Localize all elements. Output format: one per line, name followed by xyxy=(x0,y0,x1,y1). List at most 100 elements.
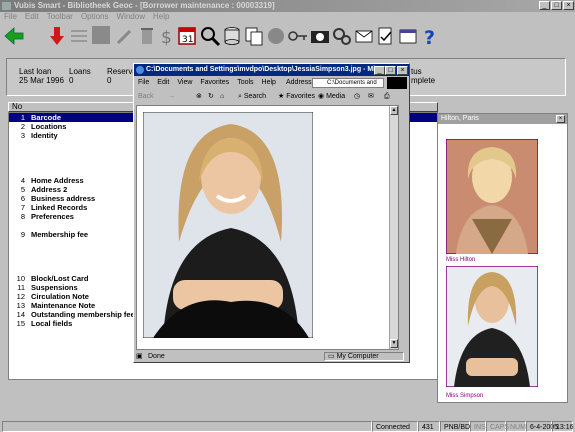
viewer-menu-file[interactable]: File xyxy=(138,79,149,86)
trash-icon[interactable] xyxy=(136,25,158,47)
media-button-label: Media xyxy=(326,93,346,100)
image-viewer-window: C:\Documents and Settings\mvdpo\Desktop\… xyxy=(133,63,410,363)
record-count: 431 xyxy=(418,421,440,432)
status-main xyxy=(2,421,372,432)
computer-icon: ▭ xyxy=(328,353,335,360)
menu-file[interactable]: File xyxy=(4,12,17,21)
windows-logo-icon xyxy=(387,77,407,89)
photo-panel-header: Hilton, Paris xyxy=(438,114,567,124)
search-button[interactable]: ⌕ Search xyxy=(238,90,266,104)
menu-toolbar[interactable]: Toolbar xyxy=(47,12,73,21)
camera-icon[interactable] xyxy=(309,25,331,47)
viewer-menu-help[interactable]: Help xyxy=(262,79,276,86)
viewer-close-button[interactable]: × xyxy=(397,66,408,75)
database-code: PNB/BD xyxy=(440,421,470,432)
num-indicator: NUM xyxy=(506,421,526,432)
app-title: Vubis Smart - Bibliotheek Geoc - [Borrow… xyxy=(14,1,275,10)
viewer-menu-edit[interactable]: Edit xyxy=(157,79,169,86)
favorites-button-label: Favorites xyxy=(286,93,316,100)
viewer-maximize-button[interactable]: □ xyxy=(385,66,396,75)
viewer-content: ▲ ▼ xyxy=(136,105,399,350)
last-loan-label: Last loan xyxy=(19,67,52,76)
photo-2-caption: Miss Simpson xyxy=(446,393,484,399)
stop-icon[interactable]: ⊗ xyxy=(196,90,202,104)
address-label: Address xyxy=(286,79,312,86)
svg-text:?: ? xyxy=(424,27,435,47)
status-bar: Connected 431 PNB/BD INS CAPS NUM 6-4-20… xyxy=(0,421,575,432)
mail-icon[interactable] xyxy=(353,25,375,47)
viewer-menu-bar: File Edit View Favorites Tools Help Address C… xyxy=(134,77,409,89)
maximize-button[interactable]: □ xyxy=(551,1,562,10)
grid-header-no[interactable]: No xyxy=(12,103,22,111)
toolbar: $ 31 ? xyxy=(0,22,575,52)
page-done-icon: ▣ xyxy=(136,353,143,360)
home-icon[interactable]: ⌂ xyxy=(220,90,224,104)
status-time: 13:16 xyxy=(552,421,574,432)
lines-icon[interactable] xyxy=(68,25,90,47)
viewer-menu-favorites[interactable]: Favorites xyxy=(200,79,229,86)
svg-text:31: 31 xyxy=(182,35,193,45)
photo-panel-close-button[interactable]: × xyxy=(556,115,565,123)
menu-bar: File Edit Toolbar Options Window Help xyxy=(0,12,575,22)
favorites-button[interactable]: ★ Favorites xyxy=(278,90,315,104)
menu-options[interactable]: Options xyxy=(81,12,109,21)
status-label: tus xyxy=(411,67,422,76)
status-value: mplete xyxy=(411,76,436,85)
back-arrow-icon[interactable] xyxy=(3,25,25,47)
document-check-icon[interactable] xyxy=(375,25,397,47)
dollar-icon[interactable]: $ xyxy=(156,25,178,47)
calendar-icon[interactable]: 31 xyxy=(176,25,198,47)
wrench-icon[interactable] xyxy=(114,25,136,47)
loans-value: 0 xyxy=(69,76,74,85)
menu-help[interactable]: Help xyxy=(153,12,169,21)
close-button[interactable]: × xyxy=(563,1,574,10)
key-icon[interactable] xyxy=(287,25,309,47)
scroll-down-button[interactable]: ▼ xyxy=(390,339,398,348)
menu-window[interactable]: Window xyxy=(117,12,145,21)
viewer-status-text: Done xyxy=(148,353,165,360)
viewer-status-bar: ▣ Done ▭ My Computer xyxy=(134,351,409,362)
forward-arrow-icon[interactable]: → xyxy=(168,90,175,104)
svg-text:$: $ xyxy=(161,28,172,47)
print-icon[interactable]: ⎙ xyxy=(384,90,390,104)
zone-panel: ▭ My Computer xyxy=(324,352,404,361)
help-icon[interactable]: ? xyxy=(419,25,441,47)
refresh-icon[interactable]: ↻ xyxy=(208,90,214,104)
status-date: 6-4-2005 xyxy=(526,421,558,432)
search-icon[interactable] xyxy=(199,25,221,47)
gray-block-icon[interactable] xyxy=(92,26,110,44)
app-title-bar: Vubis Smart - Bibliotheek Geoc - [Borrow… xyxy=(0,0,575,12)
menu-edit[interactable]: Edit xyxy=(25,12,39,21)
connection-status: Connected xyxy=(372,421,418,432)
zone-text: My Computer xyxy=(336,353,379,360)
database-icon[interactable] xyxy=(221,25,243,47)
photo-panel: Hilton, Paris × Miss Hilton Miss Simpson xyxy=(437,113,568,403)
ins-indicator: INS xyxy=(470,421,486,432)
scroll-up-button[interactable]: ▲ xyxy=(390,106,398,115)
address-bar[interactable]: C:\Documents and xyxy=(312,78,384,88)
caps-indicator: CAPS xyxy=(486,421,509,432)
reservations-value: 0 xyxy=(107,76,112,85)
viewer-menu-tools[interactable]: Tools xyxy=(237,79,253,86)
borrower-photo-1 xyxy=(446,139,538,254)
media-button[interactable]: ◉ Media xyxy=(318,90,345,104)
loans-label: Loans xyxy=(69,67,91,76)
minimize-button[interactable]: _ xyxy=(539,1,550,10)
gears-icon[interactable] xyxy=(331,25,353,47)
viewer-minimize-button[interactable]: _ xyxy=(374,66,385,75)
window-icon[interactable] xyxy=(397,25,419,47)
vertical-scrollbar[interactable]: ▲ ▼ xyxy=(389,106,398,349)
address-value: C:\Documents and xyxy=(327,80,377,86)
app-logo-icon xyxy=(2,2,11,10)
viewer-menu-view[interactable]: View xyxy=(177,79,192,86)
mail-toolbar-icon[interactable]: ✉ xyxy=(368,90,374,104)
borrower-photo-2 xyxy=(446,266,538,387)
photo-1-caption: Miss Hilton xyxy=(446,257,476,263)
back-button[interactable]: Back xyxy=(138,90,154,104)
down-arrow-icon[interactable] xyxy=(46,25,68,47)
circle-icon[interactable] xyxy=(265,25,287,47)
viewer-title-bar[interactable]: C:\Documents and Settings\mvdpo\Desktop\… xyxy=(134,64,409,76)
copy-icon[interactable] xyxy=(243,25,265,47)
history-icon[interactable]: ◷ xyxy=(354,90,360,104)
photo-panel-title: Hilton, Paris xyxy=(441,115,479,122)
